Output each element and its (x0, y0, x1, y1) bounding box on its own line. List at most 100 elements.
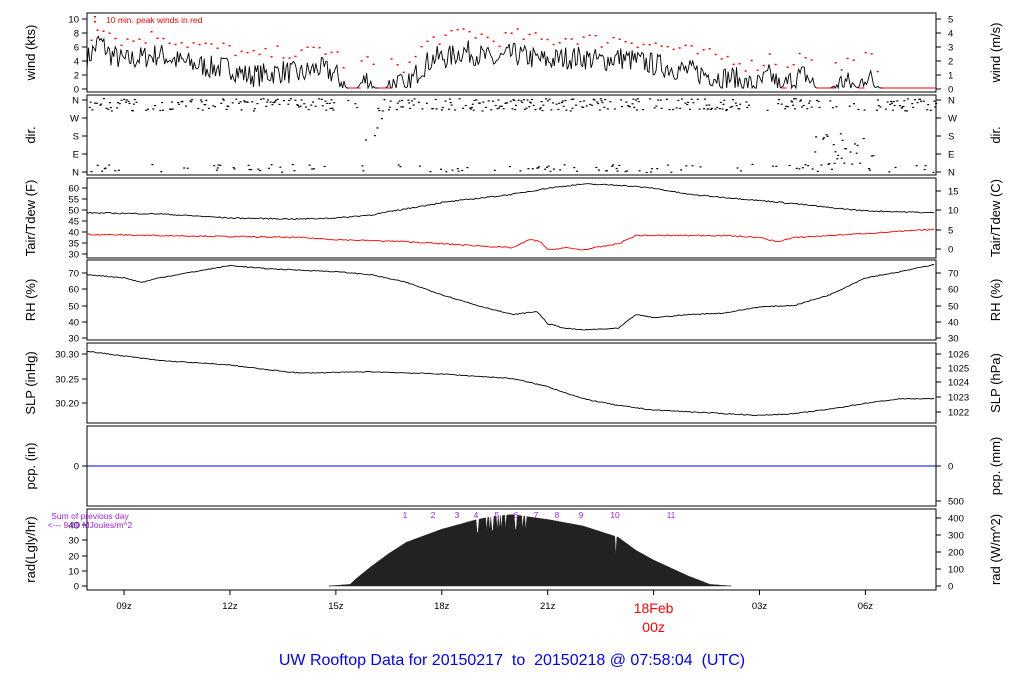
peak-wind-mark (156, 37, 159, 39)
wind-direction-point (412, 104, 415, 106)
wind-direction-point (308, 164, 311, 166)
wind-direction-point (833, 162, 836, 164)
wind-direction-point (526, 99, 529, 101)
wind-direction-point (795, 167, 798, 169)
peak-wind-mark (132, 40, 135, 42)
wind-direction-point (552, 168, 555, 170)
wind-direction-point (886, 101, 889, 103)
wind-direction-point (675, 107, 678, 109)
wind-direction-point (698, 108, 701, 110)
wind-direction-point (707, 108, 710, 110)
wind-direction-point (853, 143, 856, 145)
temp-ylabel: Tair/Tdew (F) (23, 180, 38, 257)
wind-direction-point (572, 98, 575, 100)
wind-direction-point (215, 169, 218, 171)
peak-wind-mark (144, 42, 147, 44)
peak-wind-mark (582, 36, 585, 38)
wind-direction-point (560, 101, 563, 104)
wind-direction-point (888, 171, 891, 173)
wind-direction-point (600, 100, 603, 102)
rh-left-tick-label: 70 (68, 269, 79, 280)
wind-direction-point (538, 108, 541, 110)
sun-hour-mark: 9 (579, 510, 584, 520)
peak-wind-mark (612, 36, 615, 39)
tdew-line (86, 228, 935, 251)
wind-direction-point (401, 99, 404, 102)
wind-direction-point (877, 105, 880, 107)
peak-wind-mark (774, 63, 777, 66)
peak-wind-mark (450, 29, 453, 32)
wind-direction-point (378, 109, 381, 112)
wind-direction-point (304, 106, 307, 108)
wind-direction-point (793, 98, 796, 100)
rad-left-tick-label: 10 (68, 567, 79, 578)
wind-direction-point (691, 165, 694, 167)
wind-direction-point (642, 108, 645, 111)
wind-direction-point (558, 102, 561, 104)
wind-direction-point (190, 101, 193, 103)
peak-wind-mark (804, 57, 807, 59)
wind-direction-point (705, 104, 708, 106)
wind-direction-point (440, 168, 443, 170)
dir-right-tick-label: N (948, 168, 955, 179)
wind-direction-point (502, 108, 505, 110)
peak-wind-mark (192, 42, 195, 44)
peak-wind-mark (306, 46, 309, 49)
peak-wind-mark (174, 43, 177, 46)
wind-direction-point (735, 105, 738, 107)
wind-direction-point (810, 106, 813, 108)
wind-direction-point (597, 102, 600, 105)
wind-direction-point (509, 100, 512, 102)
x-tick-label: 06z (858, 601, 874, 612)
peak-wind-mark (300, 49, 303, 51)
peak-wind-mark (768, 53, 771, 55)
wind-direction-point (318, 98, 321, 100)
peak-wind-mark (474, 37, 477, 39)
wind-direction-point (806, 108, 809, 110)
wind-direction-point (722, 103, 725, 105)
wind-direction-point (461, 169, 464, 172)
wind-direction-point (527, 168, 530, 170)
wind-direction-point (736, 167, 739, 169)
peak-wind-mark (600, 46, 603, 48)
wind-direction-point (490, 109, 493, 111)
peak-wind-mark (264, 47, 267, 50)
wind-direction-point (811, 168, 814, 170)
wind-direction-point (464, 104, 467, 107)
peak-wind-mark (246, 51, 249, 54)
wind-direction-point (731, 106, 734, 108)
peak-wind-mark (546, 38, 549, 41)
wind-direction-point (598, 109, 601, 111)
wind-direction-point (849, 151, 852, 153)
temp-left-tick-label: 55 (68, 195, 79, 206)
wind-direction-point (828, 162, 831, 165)
wind-direction-point (118, 103, 121, 105)
wind-direction-point (425, 102, 428, 104)
wind-direction-point (109, 106, 112, 109)
rh-right-tick-label: 30 (948, 334, 959, 345)
wind-direction-point (220, 102, 223, 104)
wind-direction-point (421, 108, 424, 110)
peak-wind-mark (654, 42, 657, 44)
peak-wind-mark (468, 30, 471, 33)
wind-direction-point (721, 108, 724, 110)
slp-left-tick-label: 30.30 (55, 350, 79, 361)
wind-direction-point (161, 101, 164, 104)
wind-direction-point (562, 105, 565, 107)
wind-direction-point (514, 108, 517, 111)
wind-direction-point (563, 164, 566, 166)
wind-direction-point (287, 103, 290, 105)
wind-direction-point (383, 99, 386, 101)
slp-left-tick-label: 30.25 (55, 375, 79, 386)
wind-direction-point (451, 169, 454, 171)
wind-direction-point (832, 144, 835, 146)
wind-direction-point (650, 168, 653, 170)
wind-direction-point (445, 171, 448, 173)
sun-hour-mark: 2 (431, 510, 436, 520)
sun-hour-mark: 10 (610, 510, 620, 520)
wind-direction-point (100, 103, 103, 105)
temp-right-tick-label: 15 (948, 187, 959, 198)
wind-direction-point (435, 108, 438, 110)
wind-direction-point (128, 102, 131, 104)
wind-direction-point (239, 101, 242, 103)
